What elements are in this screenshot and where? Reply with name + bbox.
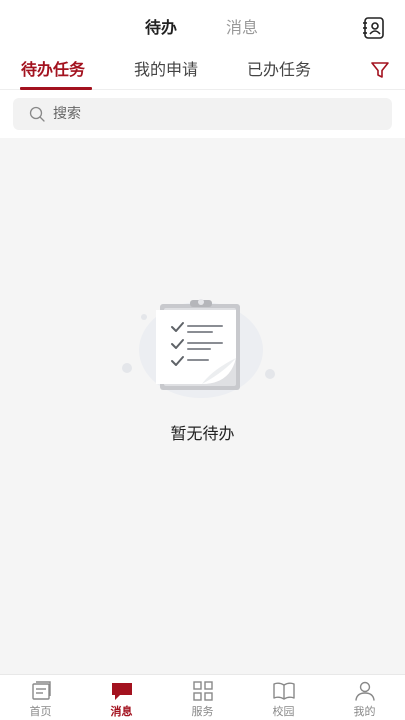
nav-home-label: 首页: [29, 705, 52, 718]
services-grid-icon: [193, 681, 213, 701]
home-icon: [32, 681, 51, 700]
sub-tab-completed-tasks[interactable]: 已办任务: [247, 60, 311, 80]
clipboard-checklist-icon: [122, 299, 275, 398]
search-icon: [29, 106, 45, 122]
tab-todo[interactable]: 待办: [145, 18, 177, 38]
header: 待办 消息 待办任务 我的申请 已办任务: [0, 0, 405, 138]
nav-messages[interactable]: 消息: [81, 675, 162, 720]
tab-messages[interactable]: 消息: [226, 18, 258, 38]
top-tabs: 待办 消息: [0, 0, 405, 56]
search-input[interactable]: [53, 104, 373, 124]
nav-campus-label: 校园: [272, 705, 295, 718]
nav-home[interactable]: 首页: [0, 675, 81, 720]
contacts-book-icon: [363, 17, 384, 39]
nav-profile[interactable]: 我的: [324, 675, 405, 720]
nav-profile-label: 我的: [353, 705, 376, 718]
filter-button[interactable]: [370, 60, 390, 80]
profile-icon: [355, 681, 375, 701]
nav-services-label: 服务: [191, 705, 214, 718]
sub-tabs: 待办任务 我的申请 已办任务: [0, 56, 405, 90]
campus-book-icon: [273, 682, 295, 700]
nav-messages-label: 消息: [110, 705, 133, 718]
bottom-nav: 首页 消息 服务 校园 我的: [0, 674, 405, 720]
active-tab-indicator: [20, 87, 92, 90]
search-bar[interactable]: [13, 98, 392, 130]
sub-tab-pending-tasks[interactable]: 待办任务: [21, 60, 85, 80]
empty-state-text: 暂无待办: [170, 424, 235, 443]
contacts-button[interactable]: [362, 17, 386, 39]
nav-services[interactable]: 服务: [162, 675, 243, 720]
message-icon: [112, 683, 132, 700]
sub-tab-my-applications[interactable]: 我的申请: [134, 60, 198, 80]
empty-clipboard-illustration: [118, 292, 284, 402]
filter-funnel-icon: [371, 62, 389, 78]
nav-campus[interactable]: 校园: [243, 675, 324, 720]
